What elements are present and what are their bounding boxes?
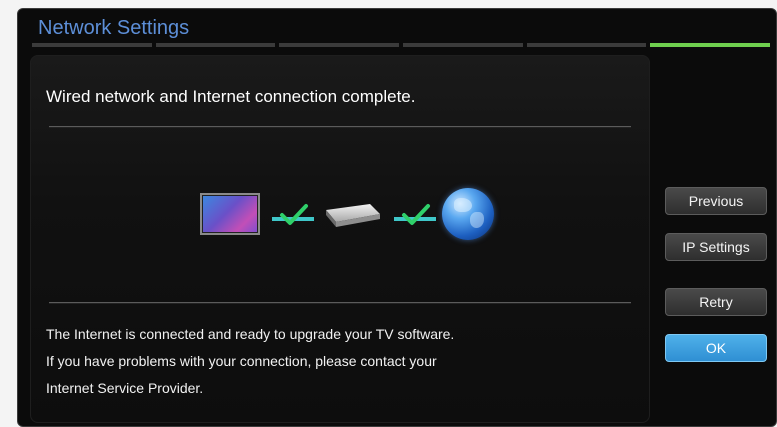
step-progress-bar	[32, 43, 771, 47]
globe-icon	[442, 188, 494, 240]
content-panel: Wired network and Internet connection co…	[30, 55, 650, 423]
progress-step-3	[279, 43, 400, 47]
message-line: The Internet is connected and ready to u…	[46, 326, 455, 342]
window-title: Network Settings	[38, 17, 190, 39]
router-icon	[326, 204, 380, 227]
status-headline: Wired network and Internet connection co…	[46, 87, 416, 106]
retry-button[interactable]: Retry	[665, 288, 767, 316]
network-settings-window: Network Settings Wired network and Inter…	[17, 8, 777, 427]
status-message: The Internet is connected and ready to u…	[46, 321, 636, 402]
divider-bottom	[49, 302, 631, 303]
check-icon	[394, 204, 436, 225]
progress-step-2	[155, 43, 276, 47]
message-line: Internet Service Provider.	[46, 380, 204, 396]
tv-icon	[200, 193, 260, 235]
check-icon	[272, 204, 314, 225]
progress-step-5	[526, 43, 647, 47]
progress-step-1	[32, 43, 152, 47]
ok-button[interactable]: OK	[665, 334, 767, 362]
ip-settings-button[interactable]: IP Settings	[665, 233, 767, 261]
progress-step-6	[650, 43, 771, 47]
message-line: If you have problems with your connectio…	[46, 353, 437, 369]
divider-top	[49, 126, 631, 127]
connection-diagram	[188, 182, 494, 246]
progress-step-4	[403, 43, 523, 47]
previous-button[interactable]: Previous	[665, 187, 767, 215]
